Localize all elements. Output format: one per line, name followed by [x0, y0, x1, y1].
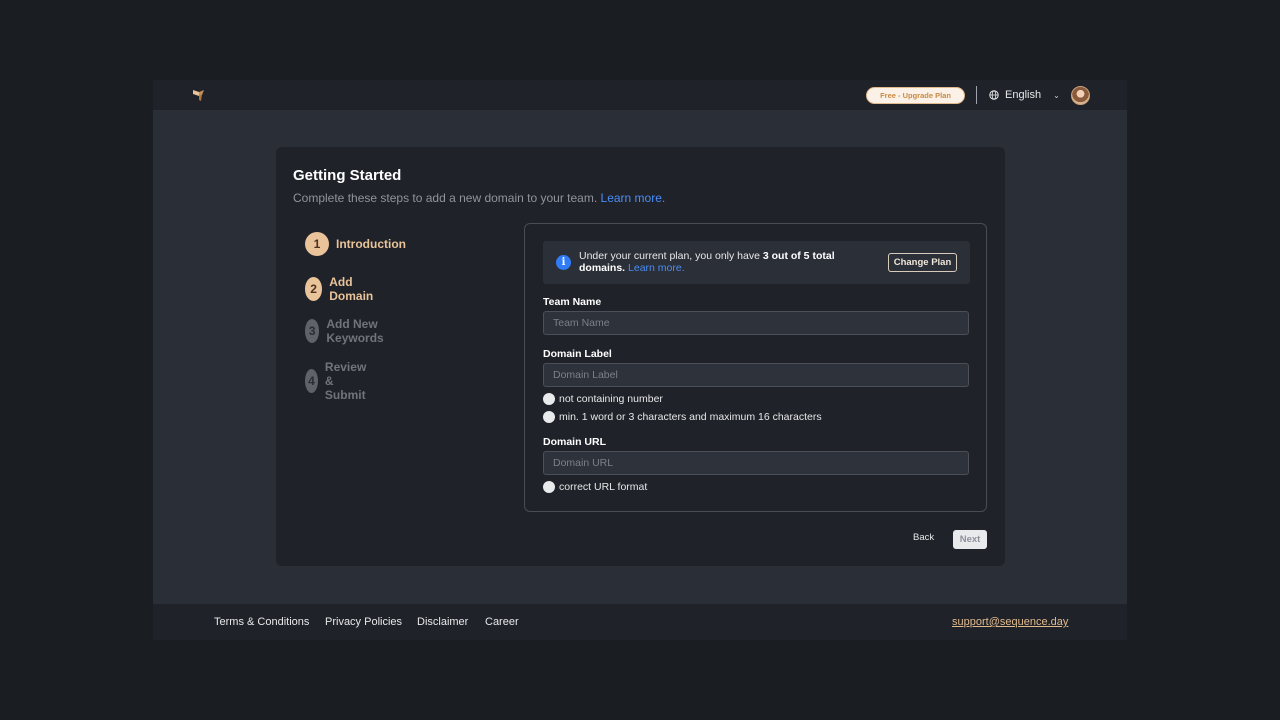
domain-url-input[interactable]: [543, 451, 969, 475]
step-add-domain[interactable]: 2 Add Domain: [305, 275, 380, 303]
user-avatar[interactable]: [1071, 86, 1090, 105]
learn-more-link[interactable]: Learn more.: [601, 191, 666, 205]
step-label: Review & Submit: [324, 360, 367, 402]
notice-text-prefix: Under your current plan, you only have: [579, 250, 763, 262]
upgrade-plan-button[interactable]: Free - Upgrade Plan: [866, 87, 965, 104]
footer-link-privacy[interactable]: Privacy Policies: [325, 616, 402, 628]
subtitle-text: Complete these steps to add a new domain…: [293, 191, 598, 205]
add-domain-form: i Under your current plan, you only have…: [524, 223, 987, 512]
app-window: Free - Upgrade Plan English ⌄ Getting St…: [153, 80, 1127, 640]
step-number: 4: [305, 369, 318, 393]
rule-status-icon: [543, 411, 555, 423]
footer: Terms & Conditions Privacy Policies Disc…: [153, 604, 1127, 640]
domain-label-rule: min. 1 word or 3 characters and maximum …: [543, 411, 822, 423]
step-label: Introduction: [336, 237, 406, 251]
domain-label-label: Domain Label: [543, 348, 612, 360]
sequence-logo-icon[interactable]: [191, 87, 207, 103]
info-icon: i: [556, 255, 571, 270]
rule-text: correct URL format: [559, 481, 648, 493]
domain-url-label: Domain URL: [543, 436, 606, 448]
footer-link-terms[interactable]: Terms & Conditions: [214, 616, 309, 628]
step-number: 3: [305, 319, 320, 343]
language-selector[interactable]: English ⌄: [989, 86, 1060, 104]
next-button[interactable]: Next: [953, 530, 987, 549]
footer-link-career[interactable]: Career: [485, 616, 519, 628]
domain-label-rule: not containing number: [543, 393, 663, 405]
team-name-label: Team Name: [543, 296, 602, 308]
header-divider: [976, 86, 977, 104]
domain-label-input[interactable]: [543, 363, 969, 387]
change-plan-button[interactable]: Change Plan: [888, 253, 957, 272]
notice-learn-more-link[interactable]: Learn more.: [628, 262, 685, 274]
rule-status-icon: [543, 393, 555, 405]
domain-url-rule: correct URL format: [543, 481, 647, 493]
chevron-down-icon: ⌄: [1053, 90, 1060, 100]
step-number: 2: [305, 277, 323, 301]
step-review-submit[interactable]: 4 Review & Submit: [305, 360, 377, 402]
rule-status-icon: [543, 481, 555, 493]
language-label: English: [1005, 89, 1042, 101]
page-title: Getting Started: [293, 167, 402, 184]
page-subtitle: Complete these steps to add a new domain…: [293, 191, 665, 205]
back-button[interactable]: Back: [913, 532, 934, 543]
step-introduction[interactable]: 1 Introduction: [305, 232, 406, 256]
step-number: 1: [305, 232, 329, 256]
footer-link-disclaimer[interactable]: Disclaimer: [417, 616, 468, 628]
rule-text: not containing number: [559, 393, 663, 405]
plan-notice: i Under your current plan, you only have…: [543, 241, 970, 284]
rule-text: min. 1 word or 3 characters and maximum …: [559, 411, 822, 423]
team-name-input[interactable]: [543, 311, 969, 335]
support-email-link[interactable]: support@sequence.day: [952, 616, 1068, 628]
step-label: Add New Keywords: [326, 317, 384, 345]
plan-notice-text: Under your current plan, you only have 3…: [579, 250, 869, 274]
top-bar: Free - Upgrade Plan English ⌄: [153, 80, 1127, 110]
step-add-new-keywords[interactable]: 3 Add New Keywords: [305, 317, 393, 345]
step-label: Add Domain: [329, 275, 374, 303]
globe-icon: [989, 90, 999, 100]
getting-started-card: Getting Started Complete these steps to …: [276, 147, 1005, 566]
